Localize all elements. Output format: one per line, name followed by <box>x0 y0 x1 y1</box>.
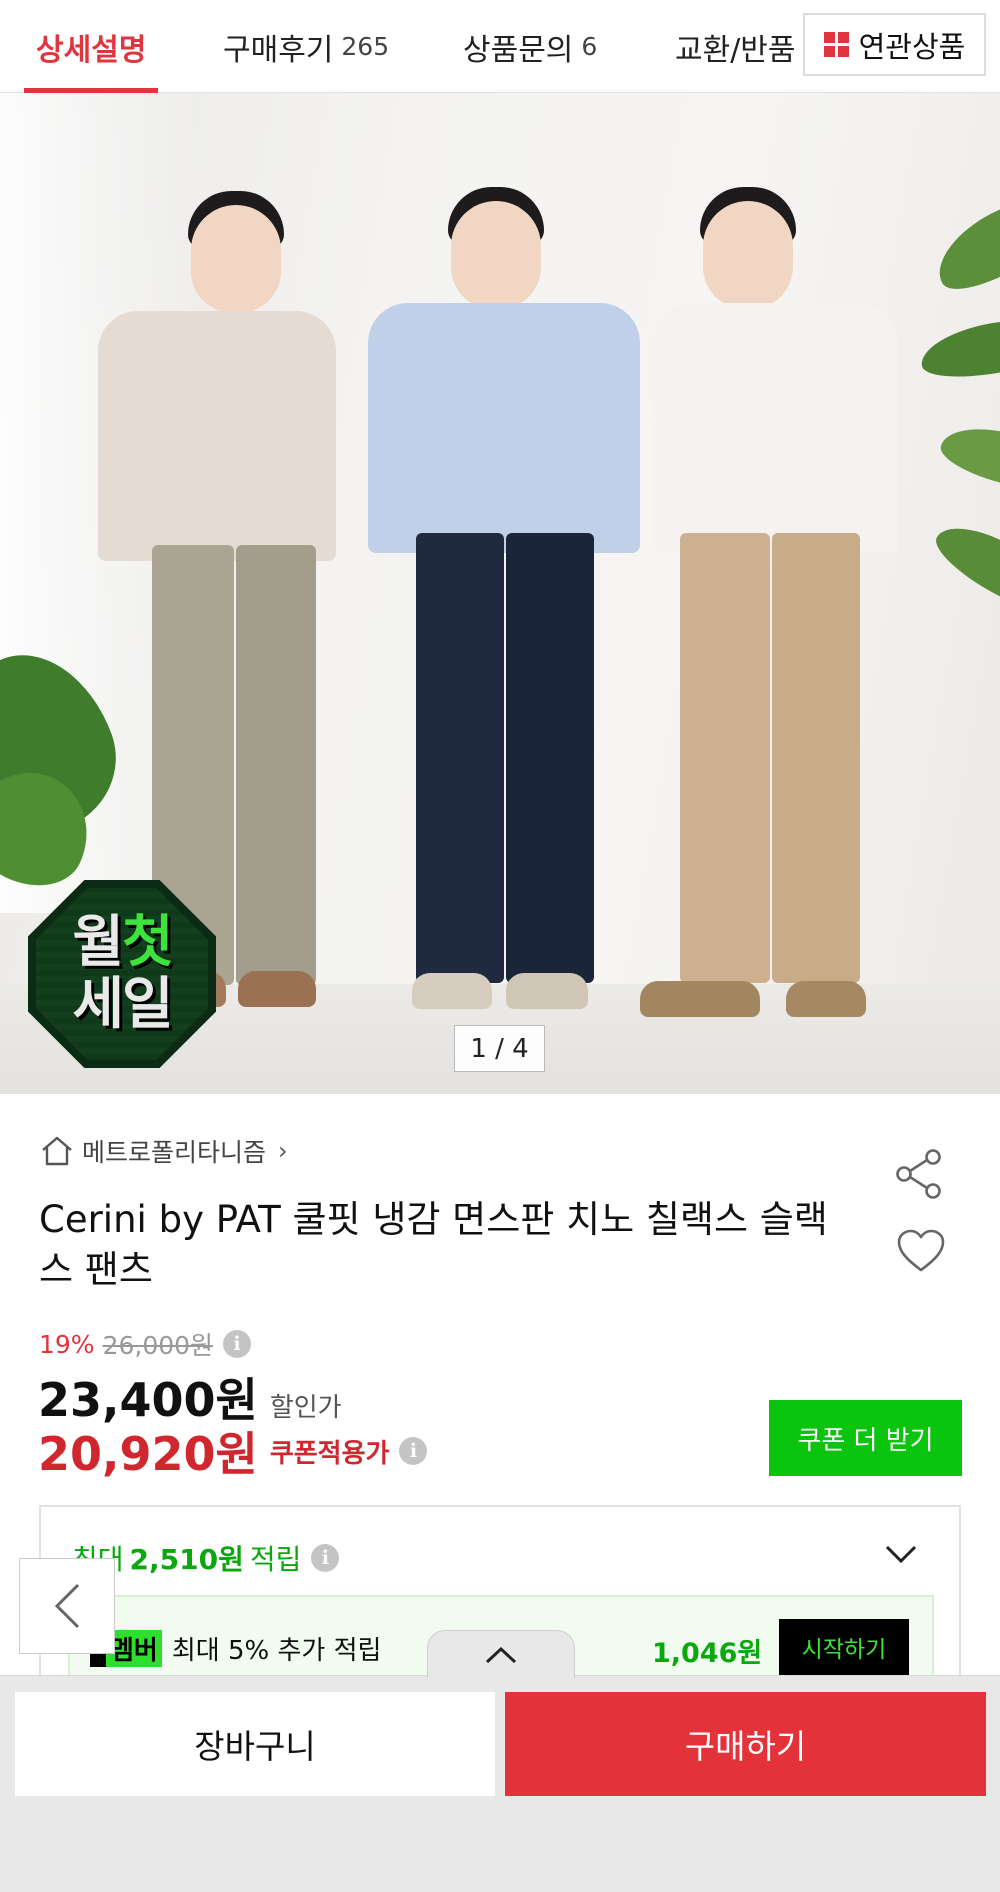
tab-detail[interactable]: 상세설명 <box>24 0 159 93</box>
get-more-coupons-button[interactable]: 쿠폰 더 받기 <box>769 1400 962 1476</box>
member-points-amount: 1,046원 <box>652 1638 763 1669</box>
brand-name: 메트로폴리타니즘 <box>82 1138 267 1167</box>
brand-link[interactable]: 메트로폴리타니즘 › <box>40 1133 288 1169</box>
start-membership-button[interactable]: 시작하기 <box>779 1619 909 1675</box>
plant-right <box>924 182 1000 304</box>
image-counter: 1 / 4 <box>454 1025 545 1072</box>
coupon-price-label: 쿠폰적용가 <box>269 1438 390 1469</box>
tab-detail-label: 상세설명 <box>36 32 147 68</box>
top-tab-bar: 상세설명 구매후기 265 상품문의 6 교환/반품 연관상품 <box>0 0 1000 93</box>
tab-reviews-label: 구매후기 <box>223 32 334 68</box>
tab-exchange-label: 교환/반품 <box>675 32 796 68</box>
tab-exchange-clip: 교환/반품 <box>670 0 800 92</box>
info-icon[interactable]: i <box>223 1330 252 1358</box>
coupon-price-row: 20,920원 쿠폰적용가 i <box>38 1418 428 1484</box>
points-amount: 2,510원 <box>129 1543 244 1576</box>
product-title: Cerini by PAT 쿨핏 냉감 면스판 치노 칠랙스 슬랙스 팬츠 <box>39 1198 828 1291</box>
tab-inquiries-count: 6 <box>581 32 598 61</box>
share-icon[interactable] <box>893 1148 945 1200</box>
original-price: 26,000원 <box>102 1331 214 1360</box>
back-button[interactable] <box>19 1558 115 1654</box>
membership-info: 멤버 최대 5% 추가 적립 <box>90 1630 381 1667</box>
badge-char-2: 첫 <box>122 910 174 975</box>
points-suffix: 적립 <box>249 1543 302 1576</box>
badge-char-1: 월 <box>72 910 124 975</box>
buy-now-button[interactable]: 구매하기 <box>505 1692 986 1796</box>
tab-inquiries-label: 상품문의 <box>463 32 574 68</box>
discount-percent: 19% <box>39 1329 95 1359</box>
badge-line2: 세일 <box>72 972 173 1037</box>
info-icon[interactable]: i <box>311 1544 340 1572</box>
tab-reviews-count: 265 <box>341 32 390 61</box>
coupon-price: 20,920원 <box>38 1427 258 1481</box>
related-products-button[interactable]: 연관상품 <box>803 13 986 76</box>
add-to-cart-button[interactable]: 장바구니 <box>15 1692 495 1796</box>
chevron-left-icon <box>54 1583 80 1629</box>
chevron-up-icon <box>485 1646 517 1663</box>
heart-icon[interactable] <box>896 1228 946 1274</box>
tab-reviews[interactable]: 구매후기 265 <box>223 0 389 93</box>
member-text: 최대 5% 추가 적립 <box>171 1636 382 1666</box>
tab-inquiries[interactable]: 상품문의 6 <box>463 0 597 93</box>
collapse-handle[interactable] <box>427 1630 575 1678</box>
related-products-label: 연관상품 <box>858 29 966 64</box>
badge-line1: 월첫 <box>72 910 174 975</box>
chevron-down-icon[interactable] <box>884 1543 918 1565</box>
home-icon <box>42 1136 72 1166</box>
tab-exchange[interactable]: 교환/반품 <box>675 0 796 92</box>
original-price-row: 19% 26,000원 i <box>39 1326 252 1362</box>
grid-icon <box>823 32 849 57</box>
info-icon[interactable]: i <box>399 1437 428 1465</box>
chevron-right-icon: › <box>278 1137 288 1165</box>
